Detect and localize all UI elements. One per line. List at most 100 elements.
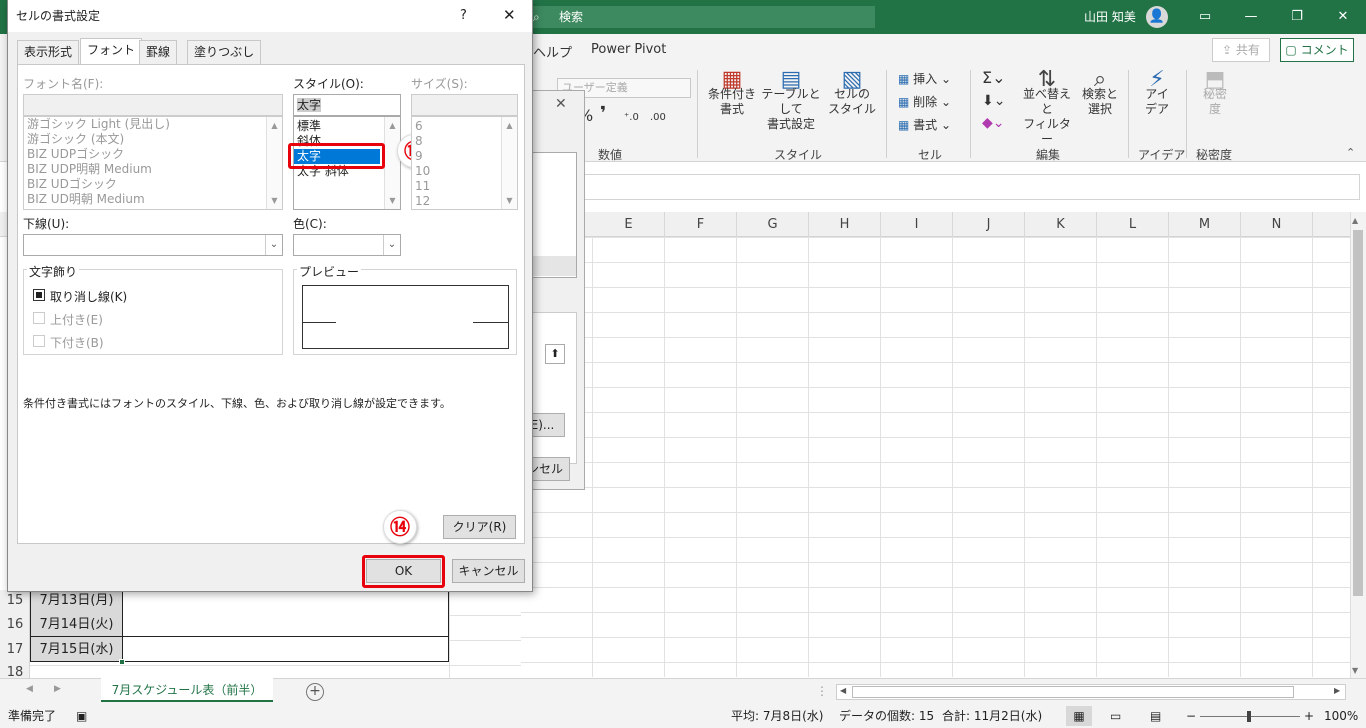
column-header[interactable]: K xyxy=(1025,212,1097,237)
list-item[interactable]: 游ゴシック Light (見出し) xyxy=(24,117,282,132)
scroll-left-icon[interactable]: ◀ xyxy=(840,686,846,695)
increase-decimal-icon[interactable]: ⁺.0 xyxy=(624,110,639,125)
font-name-input[interactable] xyxy=(23,94,283,116)
restore-icon[interactable]: ❐ xyxy=(1274,0,1320,34)
comma-icon[interactable]: ❜ xyxy=(600,105,606,123)
empty-cell[interactable] xyxy=(123,612,449,637)
column-header[interactable]: J xyxy=(953,212,1025,237)
format-as-table-button[interactable]: ▤ テーブルとして 書式設定 xyxy=(758,69,824,132)
cancel-button[interactable]: キャンセル xyxy=(452,559,525,583)
clear-button[interactable]: クリア(R) xyxy=(443,515,516,539)
formula-input[interactable] xyxy=(584,174,1360,200)
column-header[interactable]: N xyxy=(1241,212,1313,237)
find-select-button[interactable]: ⌕ 検索と 選択 xyxy=(1078,69,1122,117)
font-list-scrollbar[interactable]: ▲ ▼ xyxy=(266,117,282,209)
column-header[interactable]: L xyxy=(1097,212,1169,237)
list-item[interactable]: 游ゴシック (本文) xyxy=(24,132,282,147)
empty-cell[interactable] xyxy=(123,637,449,662)
format-button[interactable]: ▦ 書式 ⌄ xyxy=(898,118,951,133)
size-list-scrollbar[interactable]: ▲ ▼ xyxy=(501,117,517,209)
style-list-scrollbar[interactable]: ▲ ▼ xyxy=(384,117,400,209)
next-sheet-icon[interactable]: ▶ xyxy=(54,684,61,694)
user-name[interactable]: 山田 知美 xyxy=(1084,0,1136,34)
comment-button[interactable]: ▢ コメント xyxy=(1280,38,1354,62)
divider xyxy=(886,70,887,158)
sensitivity-button[interactable]: ⬒ 秘密 度 xyxy=(1196,69,1234,117)
underline-select[interactable]: ⌄ xyxy=(23,234,283,256)
close-icon[interactable]: ✕ xyxy=(1320,0,1366,34)
date-cell[interactable]: 7月14日(火) xyxy=(30,612,123,637)
style-input[interactable]: 太字 xyxy=(293,94,401,116)
scroll-up-icon[interactable]: ▲ xyxy=(1352,216,1358,225)
subscript-checkbox[interactable] xyxy=(33,335,45,347)
tab-help[interactable]: ヘルプ xyxy=(533,42,572,61)
tab-power-pivot[interactable]: Power Pivot xyxy=(591,42,666,57)
zoom-in-icon[interactable]: + xyxy=(1304,704,1314,728)
column-header[interactable]: H xyxy=(809,212,881,237)
add-sheet-icon[interactable]: + xyxy=(306,683,324,701)
hscroll-thumb[interactable] xyxy=(852,686,1294,698)
zoom-out-icon[interactable]: − xyxy=(1186,704,1196,728)
status-sum[interactable]: 合計: 11月2日(水) xyxy=(942,704,1042,728)
list-item[interactable]: BIZ UDP明朝 Medium xyxy=(24,162,282,177)
status-average[interactable]: 平均: 7月8日(水) xyxy=(731,704,824,728)
delete-button[interactable]: ▦ 削除 ⌄ xyxy=(898,95,951,110)
range-select-icon[interactable]: ⬆ xyxy=(545,344,565,364)
zoom-level[interactable]: 100% xyxy=(1324,704,1358,728)
minimize-icon[interactable]: — xyxy=(1228,0,1274,34)
column-header[interactable]: E xyxy=(593,212,665,237)
normal-view-icon[interactable]: ▦ xyxy=(1066,706,1092,726)
zoom-slider-thumb[interactable] xyxy=(1247,711,1251,722)
tab-fill[interactable]: 塗りつぶし xyxy=(187,40,262,64)
list-item[interactable]: BIZ UD明朝 Medium xyxy=(24,192,282,207)
row-header[interactable]: 16 xyxy=(0,612,30,637)
conditional-format-button[interactable]: ▦ 条件付き 書式 xyxy=(706,69,758,117)
scroll-right-icon[interactable]: ▶ xyxy=(1334,686,1340,695)
help-button[interactable]: ? xyxy=(460,8,467,23)
macro-record-icon[interactable]: ▣ xyxy=(76,704,87,728)
collapse-ribbon-icon[interactable]: ⌃ xyxy=(1346,146,1355,159)
search-box[interactable]: ⌕ 検索 xyxy=(527,6,875,28)
ideas-button[interactable]: ⚡ アイ デア xyxy=(1138,69,1176,117)
tab-splitter-icon[interactable]: ⋮ xyxy=(816,684,828,698)
column-header[interactable]: M xyxy=(1169,212,1241,237)
column-header[interactable]: I xyxy=(881,212,953,237)
share-button[interactable]: ⇪ 共有 xyxy=(1212,38,1270,62)
tab-border[interactable]: 罫線 xyxy=(139,40,178,64)
size-list[interactable]: 6 8 9 10 11 12 ▲ ▼ xyxy=(411,116,518,210)
tab-number-format[interactable]: 表示形式 xyxy=(17,40,80,64)
column-header[interactable]: G xyxy=(737,212,809,237)
cell-grid[interactable] xyxy=(521,237,1350,677)
tab-font[interactable]: フォント xyxy=(80,38,143,65)
row-header[interactable]: 18 xyxy=(0,662,30,678)
scroll-down-icon[interactable]: ▼ xyxy=(1352,666,1358,675)
color-select[interactable]: ⌄ xyxy=(293,234,401,256)
cell-styles-button[interactable]: ▧ セルの スタイル xyxy=(826,69,878,117)
row-header[interactable]: 17 xyxy=(0,637,30,662)
avatar[interactable]: 👤 xyxy=(1146,6,1168,28)
fill-handle[interactable] xyxy=(119,659,125,665)
clear-icon[interactable]: ◆⌄ xyxy=(982,116,1005,131)
strikethrough-checkbox[interactable] xyxy=(33,289,45,301)
font-name-list[interactable]: 游ゴシック Light (見出し) 游ゴシック (本文) BIZ UDPゴシック… xyxy=(23,116,283,210)
decrease-decimal-icon[interactable]: .00 xyxy=(650,110,666,125)
sheet-tab[interactable]: 7月スケジュール表（前半） xyxy=(101,678,273,702)
insert-button[interactable]: ▦ 挿入 ⌄ xyxy=(898,72,951,87)
superscript-checkbox[interactable] xyxy=(33,312,45,324)
sort-filter-button[interactable]: ⇅ 並べ替えと フィルター xyxy=(1018,69,1076,147)
autosum-icon[interactable]: Σ⌄ xyxy=(982,70,1006,86)
background-dialog-close-icon[interactable]: ✕ xyxy=(555,96,567,112)
status-count[interactable]: データの個数: 15 xyxy=(839,704,934,728)
page-layout-icon[interactable]: ▭ xyxy=(1110,704,1121,728)
scroll-thumb[interactable] xyxy=(1353,230,1363,596)
list-item[interactable]: BIZ UDゴシック xyxy=(24,177,282,192)
page-break-icon[interactable]: ▤ xyxy=(1150,704,1161,728)
fill-icon[interactable]: ⬇⌄ xyxy=(982,94,1005,109)
prev-sheet-icon[interactable]: ◀ xyxy=(26,684,33,694)
dialog-close-icon[interactable]: ✕ xyxy=(503,6,516,24)
size-input[interactable] xyxy=(411,94,518,116)
date-cell[interactable]: 7月15日(水) xyxy=(30,637,123,662)
ribbon-display-icon[interactable]: ▭ xyxy=(1182,0,1228,34)
list-item[interactable]: BIZ UDPゴシック xyxy=(24,147,282,162)
column-header[interactable]: F xyxy=(665,212,737,237)
